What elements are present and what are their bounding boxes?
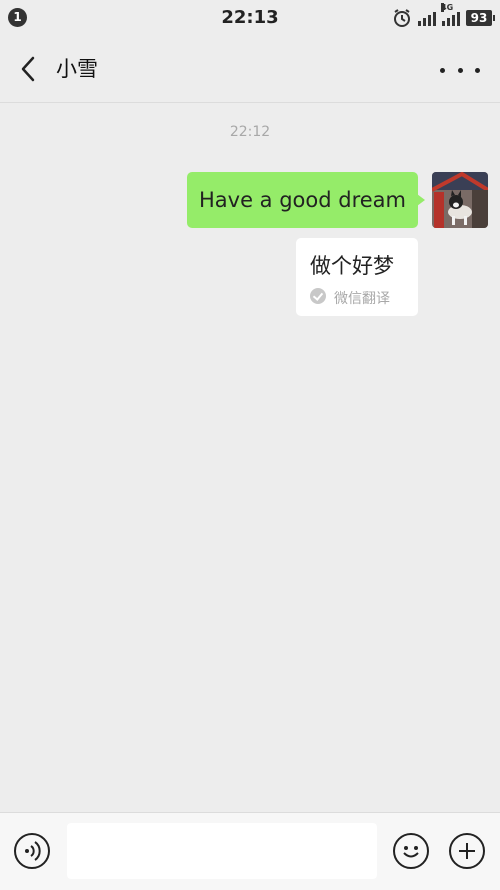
more-icon[interactable] [440, 58, 480, 82]
sent-message-bubble[interactable]: Have a good dream [186, 172, 426, 228]
avatar[interactable] [432, 172, 488, 228]
status-bar: 1 22:13 4G 93 [0, 0, 500, 36]
emoji-icon[interactable] [393, 833, 429, 869]
translation-label: 微信翻译 [334, 291, 390, 307]
alarm-icon [394, 9, 410, 27]
input-bar [0, 812, 500, 890]
translation-card[interactable]: 做个好梦 微信翻译 [296, 238, 418, 316]
battery-icon: 93 [466, 10, 495, 26]
chat-title: 小雪 [56, 57, 98, 81]
signal-icon [418, 10, 436, 26]
plus-icon[interactable] [449, 833, 485, 869]
chat-header: 小雪 [0, 36, 500, 103]
message-input[interactable] [67, 823, 377, 879]
back-arrow-icon[interactable] [14, 54, 44, 84]
message-timestamp: 22:12 [229, 124, 271, 140]
check-icon [310, 288, 326, 304]
signal-4g-icon: 4G [441, 3, 460, 26]
smiley-face-icon [403, 846, 419, 858]
voice-waves-icon [25, 841, 41, 861]
voice-icon[interactable] [14, 833, 50, 869]
avatar-photo [432, 172, 488, 228]
status-icons: 4G 93 [392, 3, 495, 29]
translation-text: 做个好梦 [310, 254, 394, 278]
network-type-label: 4G [441, 3, 454, 12]
